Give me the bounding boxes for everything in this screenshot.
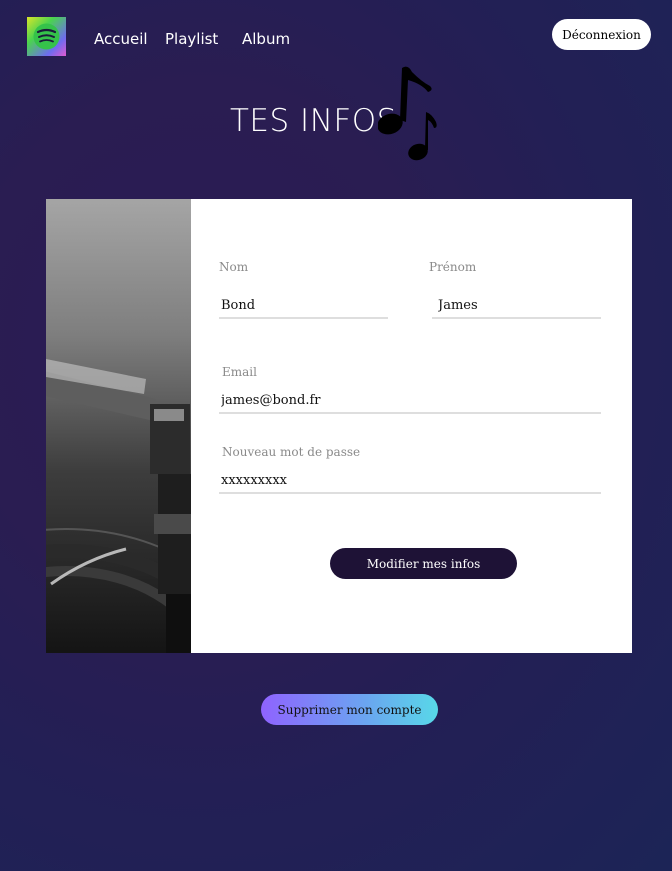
password-label: Nouveau mot de passe	[222, 445, 361, 459]
nav-link-accueil[interactable]: Accueil	[94, 30, 148, 48]
turntable-image	[46, 199, 191, 653]
update-info-button[interactable]: Modifier mes infos	[330, 548, 517, 579]
nav-link-album[interactable]: Album	[242, 30, 290, 48]
page-title: TES INFOS	[230, 103, 397, 139]
email-label: Email	[222, 365, 257, 379]
prenom-input[interactable]	[432, 293, 601, 319]
nom-input[interactable]	[219, 293, 388, 319]
nom-label: Nom	[219, 260, 249, 274]
email-input[interactable]	[219, 388, 601, 414]
music-note-icon	[378, 66, 437, 161]
nav-link-playlist[interactable]: Playlist	[165, 30, 218, 48]
password-input[interactable]	[219, 468, 601, 494]
delete-account-button[interactable]: Supprimer mon compte	[261, 694, 438, 725]
prenom-label: Prénom	[429, 260, 477, 274]
spotify-logo-icon[interactable]	[27, 17, 66, 56]
profile-form-card: Nom Prénom Email Nouveau mot de passe Mo…	[46, 199, 632, 653]
logout-button[interactable]: Déconnexion	[552, 19, 651, 50]
